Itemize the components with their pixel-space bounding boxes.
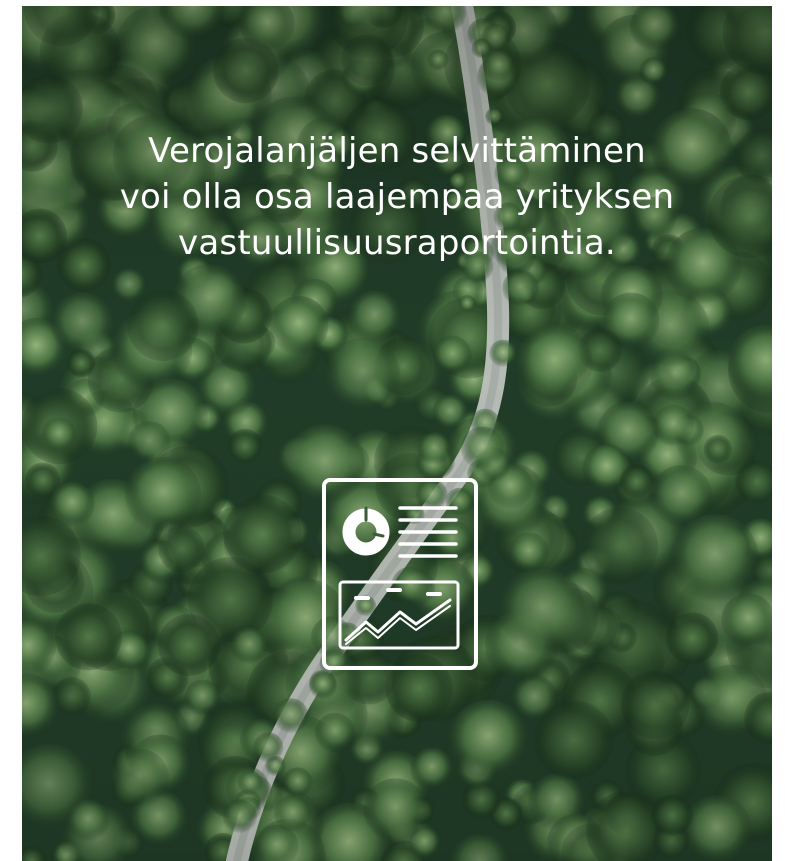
report-document-icon: [322, 478, 478, 670]
headline: Verojalanjäljen selvittäminen voi olla o…: [22, 128, 772, 266]
donut-chart-icon: [342, 506, 390, 556]
headline-line-2: voi olla osa laajempaa yrityksen: [119, 177, 675, 217]
headline-line-1: Verojalanjäljen selvittäminen: [148, 131, 646, 171]
hero-banner: Verojalanjäljen selvittäminen voi olla o…: [22, 6, 772, 861]
line-graph-icon: [338, 580, 460, 650]
headline-line-3: vastuullisuusraportointia.: [178, 223, 616, 263]
